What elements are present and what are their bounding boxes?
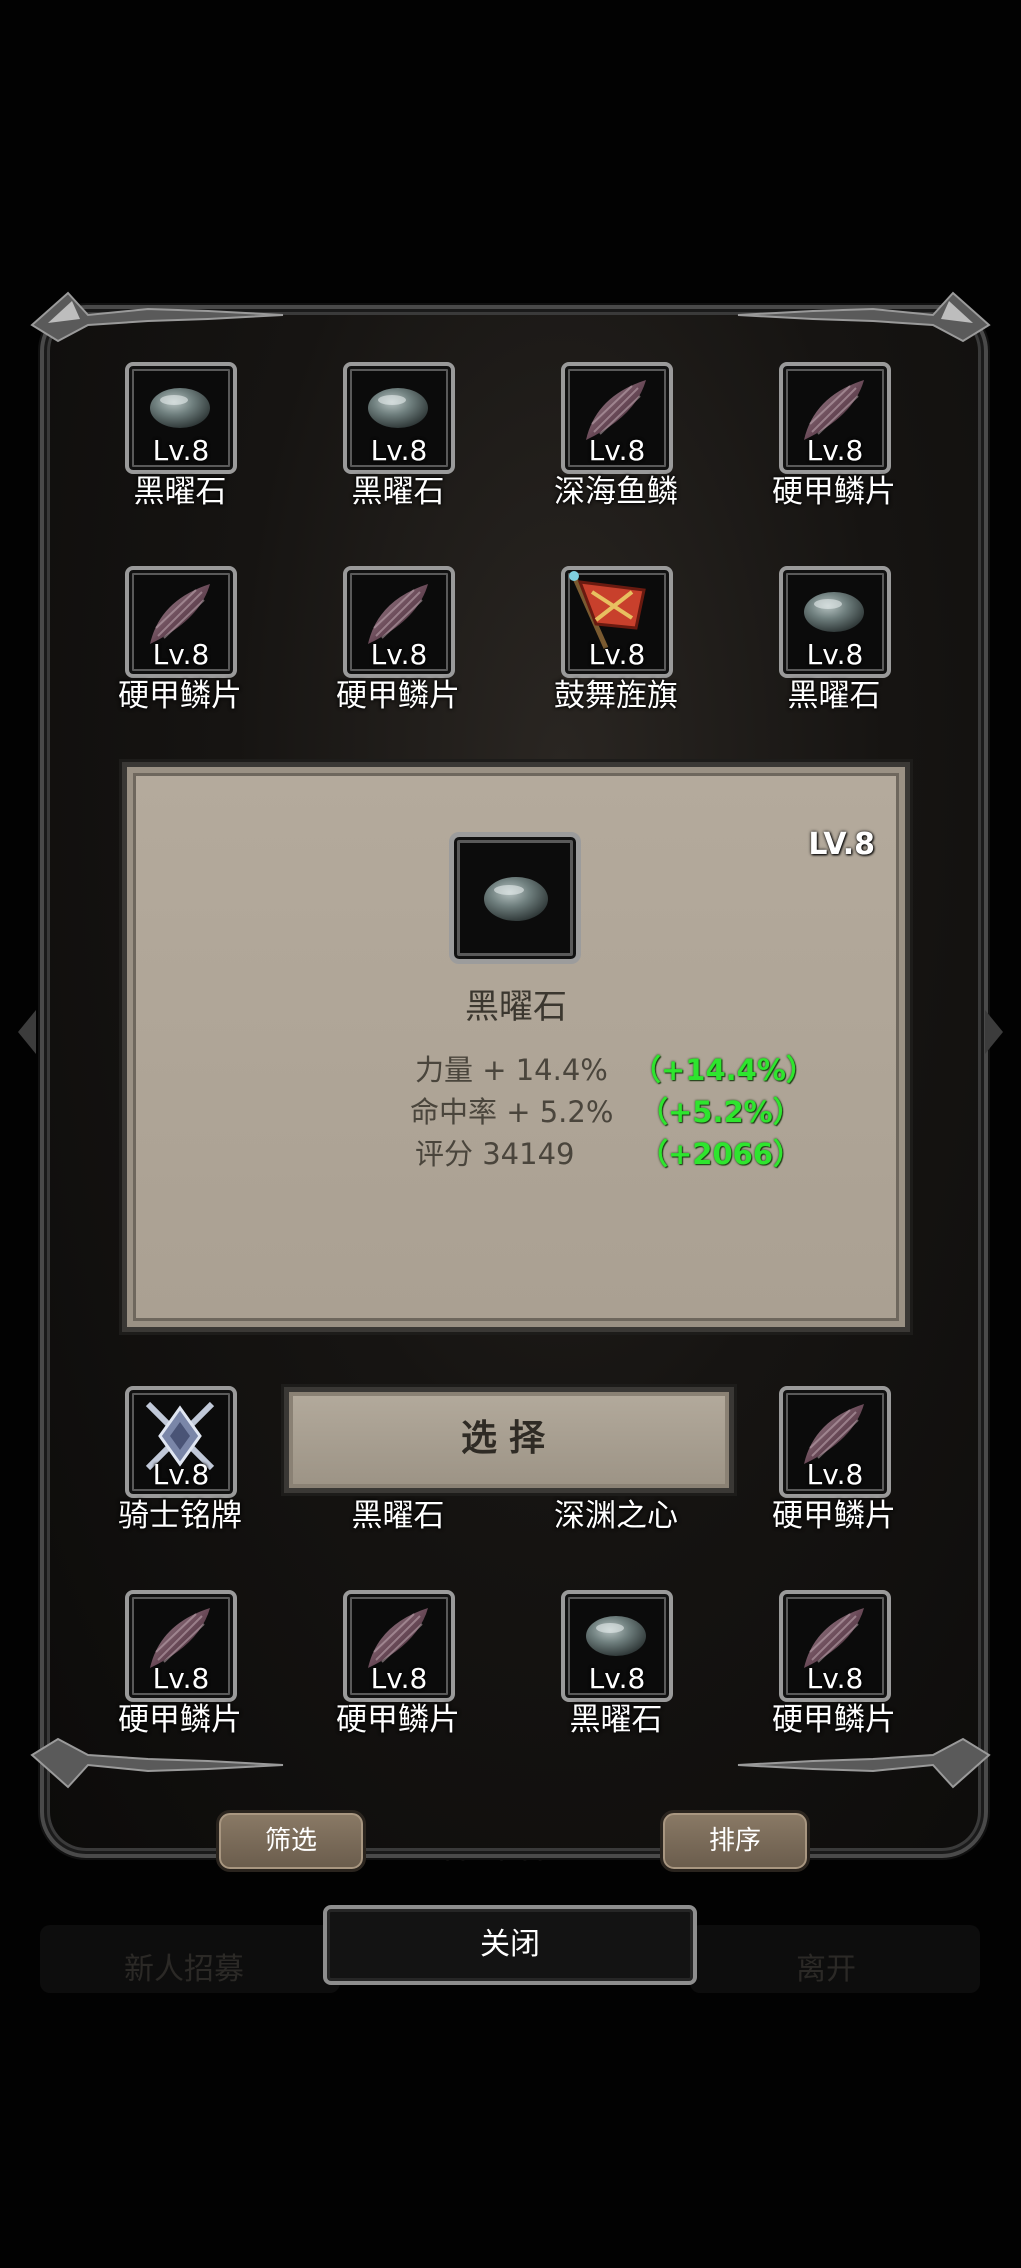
- inventory-item[interactable]: Lv.8 黑曜石: [744, 566, 914, 726]
- inventory-item[interactable]: Lv.8 硬甲鳞片: [744, 1386, 914, 1546]
- background-leave-label: 离开: [796, 1952, 856, 1987]
- item-level: Lv.8: [806, 1662, 864, 1695]
- close-button[interactable]: 关闭: [323, 1905, 697, 1985]
- inventory-item[interactable]: Lv.8 骑士铭牌: [90, 1386, 260, 1546]
- right-arrow-icon[interactable]: [985, 1010, 1003, 1054]
- item-name: 黑曜石: [351, 474, 445, 510]
- item-level: Lv.8: [588, 1662, 646, 1695]
- item-level: Lv.8: [588, 434, 646, 467]
- inventory-item[interactable]: Lv.8 硬甲鳞片: [744, 362, 914, 522]
- item-level: Lv.8: [152, 434, 210, 467]
- item-name: 黑曜石: [787, 678, 881, 714]
- stat-strength: 力量 + 14.4%: [415, 1053, 608, 1087]
- inventory-item[interactable]: Lv.8 黑曜石: [90, 362, 260, 522]
- item-name: 硬甲鳞片: [772, 1702, 896, 1738]
- item-name: 硬甲鳞片: [772, 474, 896, 510]
- item-name: 骑士铭牌: [118, 1498, 242, 1534]
- item-name: 硬甲鳞片: [336, 678, 460, 714]
- sort-button[interactable]: 排序: [660, 1810, 810, 1872]
- stat-accuracy: 命中率 + 5.2%: [410, 1095, 614, 1129]
- item-level: Lv.8: [370, 638, 428, 671]
- corner-ornament-top-left: [30, 291, 284, 343]
- corner-ornament-top-right: [737, 291, 991, 343]
- item-name: 硬甲鳞片: [118, 1702, 242, 1738]
- item-name: 黑曜石: [133, 474, 227, 510]
- item-name: 黑曜石: [351, 1498, 445, 1534]
- inventory-item[interactable]: Lv.8 黑曜石: [308, 362, 478, 522]
- stat-score: 评分 34149: [415, 1137, 575, 1171]
- item-level: Lv.8: [152, 638, 210, 671]
- item-name: 硬甲鳞片: [336, 1702, 460, 1738]
- item-level: Lv.8: [806, 1458, 864, 1491]
- item-level: Lv.8: [806, 434, 864, 467]
- obsidian-stone-icon: [150, 388, 210, 428]
- select-button[interactable]: 选择: [284, 1387, 734, 1493]
- item-name: 鼓舞旌旗: [554, 678, 678, 714]
- stat-score-bonus: （+2066）: [639, 1137, 803, 1171]
- item-name: 硬甲鳞片: [118, 678, 242, 714]
- obsidian-stone-icon: [368, 388, 428, 428]
- inventory-item[interactable]: Lv.8 黑曜石: [526, 1590, 696, 1750]
- item-level: Lv.8: [370, 434, 428, 467]
- detail-level: LV.8: [808, 827, 875, 862]
- detail-item-name: 黑曜石: [465, 987, 567, 1027]
- item-level: Lv.8: [588, 638, 646, 671]
- inventory-item[interactable]: Lv.8 硬甲鳞片: [308, 566, 478, 726]
- obsidian-stone-icon: [804, 592, 864, 632]
- stat-strength-bonus: （+14.4%）: [632, 1053, 815, 1087]
- left-arrow-icon[interactable]: [18, 1010, 36, 1054]
- background-recruit-label: 新人招募: [124, 1952, 244, 1987]
- detail-item-frame: [449, 832, 581, 964]
- item-level: Lv.8: [370, 1662, 428, 1695]
- item-detail-popup: LV.8 黑曜石 力量 + 14.4% （+14.4%） 命中率 + 5.2% …: [122, 762, 910, 1332]
- inventory-item[interactable]: Lv.8 鼓舞旌旗: [526, 566, 696, 726]
- item-level: Lv.8: [152, 1662, 210, 1695]
- item-name: 深海鱼鳞: [554, 474, 678, 510]
- inventory-item[interactable]: Lv.8 硬甲鳞片: [308, 1590, 478, 1750]
- item-level: Lv.8: [152, 1458, 210, 1491]
- inventory-item[interactable]: Lv.8 硬甲鳞片: [90, 566, 260, 726]
- obsidian-stone-icon: [484, 877, 548, 921]
- obsidian-stone-icon: [586, 1616, 646, 1656]
- inventory-item[interactable]: Lv.8 硬甲鳞片: [90, 1590, 260, 1750]
- filter-button[interactable]: 筛选: [216, 1810, 366, 1872]
- stat-accuracy-bonus: （+5.2%）: [639, 1095, 802, 1129]
- item-name: 黑曜石: [569, 1702, 663, 1738]
- item-name: 深渊之心: [554, 1498, 678, 1534]
- inventory-item[interactable]: Lv.8 硬甲鳞片: [744, 1590, 914, 1750]
- item-level: Lv.8: [806, 638, 864, 671]
- inventory-item[interactable]: Lv.8 深海鱼鳞: [526, 362, 696, 522]
- item-name: 硬甲鳞片: [772, 1498, 896, 1534]
